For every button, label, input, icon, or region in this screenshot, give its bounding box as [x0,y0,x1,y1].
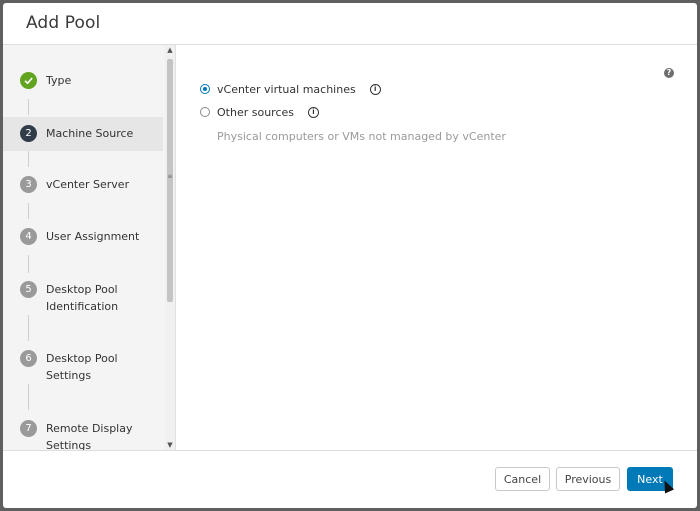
option-other-sources[interactable]: Other sources i [200,103,319,121]
step-connector [28,99,29,115]
step-label-line2: Settings [46,369,92,382]
scrollbar-thumb[interactable]: ≡ [167,59,173,302]
step-complete-icon [20,72,37,89]
help-icon[interactable]: ? [664,68,674,78]
option-vcenter-vms[interactable]: vCenter virtual machines i [200,80,381,98]
step-machine-source[interactable]: 2 Machine Source [3,117,163,151]
add-pool-dialog: Add Pool Type 2 Machine Source 3 vCenter… [3,3,697,508]
step-number: 3 [20,176,37,193]
step-number: 6 [20,350,37,367]
step-desktop-pool-settings[interactable]: 6 Desktop Pool Settings [3,344,163,384]
info-icon[interactable]: i [308,106,319,118]
scroll-up-icon[interactable]: ▲ [165,45,175,55]
option-label: Other sources [217,105,294,119]
step-user-assignment[interactable]: 4 User Assignment [3,221,163,255]
step-label: Machine Source [46,127,134,140]
previous-button[interactable]: Previous [556,467,620,491]
step-desktop-pool-identification[interactable]: 5 Desktop Pool Identification [3,275,163,315]
step-label-line2: Settings [46,439,92,450]
step-label-line1: Remote Display [46,422,133,435]
info-icon[interactable]: i [369,83,381,95]
scroll-down-icon[interactable]: ▼ [165,440,175,450]
step-label: Type [46,74,72,87]
step-connector [28,384,29,410]
step-connector [28,255,29,273]
option-hint: Physical computers or VMs not managed by… [217,130,506,143]
radio-unchecked[interactable] [200,107,210,117]
step-label: vCenter Server [46,178,130,191]
dialog-title: Add Pool [26,13,101,33]
step-type[interactable]: Type [3,65,163,99]
cancel-button[interactable]: Cancel [495,467,550,491]
step-vcenter-server[interactable]: 3 vCenter Server [3,169,163,203]
step-remote-display-settings[interactable]: 7 Remote Display Settings [3,414,163,450]
machine-source-panel: ? vCenter virtual machines i Other sourc… [176,45,697,450]
wizard-steps-sidebar: Type 2 Machine Source 3 vCenter Server 4… [3,45,176,450]
step-label-line1: Desktop Pool [46,352,118,365]
grip-icon: ≡ [167,173,173,180]
step-label: User Assignment [46,230,140,243]
step-connector [28,315,29,341]
radio-checked[interactable] [200,84,210,94]
step-number: 2 [20,125,37,142]
step-connector [28,203,29,219]
step-label-line2: Identification [46,300,119,313]
option-label: vCenter virtual machines [217,82,356,96]
step-number: 5 [20,281,37,298]
footer-divider [3,450,697,451]
sidebar-scrollbar[interactable]: ▲ ≡ ▼ [165,45,175,450]
step-label-line1: Desktop Pool [46,283,118,296]
step-number: 7 [20,420,37,437]
step-number: 4 [20,228,37,245]
step-connector [28,151,29,167]
